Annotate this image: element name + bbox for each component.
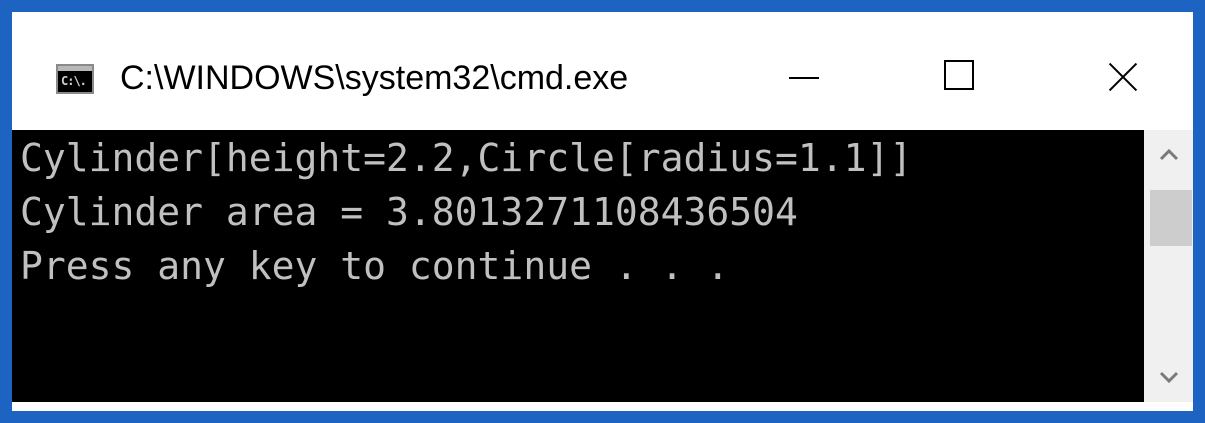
window-title: C:\WINDOWS\system32\cmd.exe bbox=[120, 59, 629, 97]
scroll-thumb[interactable] bbox=[1150, 190, 1192, 246]
title-bar[interactable]: C:\. C:\WINDOWS\system32\cmd.exe bbox=[12, 12, 1193, 130]
cmd-window: C:\. C:\WINDOWS\system32\cmd.exe Cylinde… bbox=[0, 0, 1205, 423]
window-bottom-edge bbox=[12, 402, 1193, 411]
maximize-button[interactable] bbox=[922, 42, 1002, 112]
cmd-icon[interactable]: C:\. bbox=[56, 64, 94, 94]
chevron-up-icon bbox=[1159, 148, 1178, 161]
console-line: Cylinder[height=2.2,Circle[radius=1.1]] bbox=[20, 136, 913, 180]
scroll-up-button[interactable] bbox=[1144, 130, 1193, 178]
minimize-button[interactable] bbox=[767, 42, 847, 112]
vertical-scrollbar[interactable] bbox=[1144, 130, 1193, 402]
console-line: Press any key to continue . . . bbox=[20, 244, 730, 288]
console-output[interactable]: Cylinder[height=2.2,Circle[radius=1.1]] … bbox=[12, 130, 1144, 402]
close-button[interactable] bbox=[1082, 42, 1162, 112]
console-line: Cylinder area = 3.8013271108436504 bbox=[20, 190, 798, 234]
cmd-icon-label: C:\. bbox=[61, 74, 87, 88]
scroll-down-button[interactable] bbox=[1144, 354, 1193, 402]
window-frame: C:\. C:\WINDOWS\system32\cmd.exe Cylinde… bbox=[12, 12, 1193, 411]
chevron-down-icon bbox=[1159, 371, 1178, 384]
